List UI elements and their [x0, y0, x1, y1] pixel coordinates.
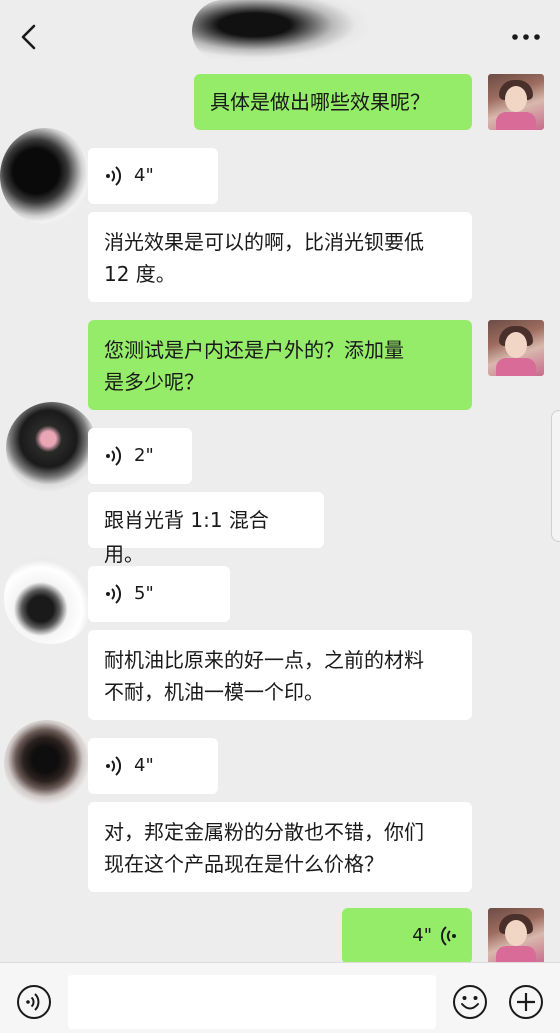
- voice-duration: 4": [134, 755, 154, 776]
- chat-input-bar: [0, 962, 560, 1033]
- voice-duration: 2": [134, 445, 154, 466]
- message-text-line: 是多少呢？: [104, 370, 204, 394]
- voice-wave-icon: [106, 446, 122, 466]
- contact-avatar[interactable]: [4, 552, 96, 644]
- message-bubble-received[interactable]: 跟肖光背 1:1 混合用。: [88, 492, 324, 566]
- scrollbar[interactable]: [551, 410, 560, 542]
- message-text-line: 现在这个产品现在是什么价格？: [104, 852, 384, 876]
- voice-mode-icon[interactable]: [16, 984, 52, 1020]
- voice-duration: 5": [134, 583, 154, 604]
- more-dots-icon[interactable]: [510, 26, 542, 48]
- contact-avatar[interactable]: [6, 402, 98, 494]
- message-text: 跟肖光背 1:1 混合用。: [104, 508, 269, 566]
- message-bubble-received[interactable]: 消光效果是可以的啊，比消光钡要低 12 度。: [88, 212, 472, 302]
- message-bubble-sent[interactable]: 具体是做出哪些效果呢？: [194, 74, 472, 130]
- voice-message-received[interactable]: 2": [88, 428, 192, 484]
- message-bubble-sent[interactable]: 您测试是户内还是户外的？添加量 是多少呢？: [88, 320, 472, 410]
- voice-message-received[interactable]: 5": [88, 566, 230, 622]
- voice-message-received[interactable]: 4": [88, 148, 218, 204]
- my-avatar[interactable]: [488, 908, 544, 964]
- message-text-line: 您测试是户内还是户外的？添加量: [104, 338, 404, 362]
- message-input[interactable]: [68, 975, 436, 1029]
- message-text-line: 消光效果是可以的啊，比消光钡要低: [104, 230, 424, 254]
- voice-duration: 4": [134, 165, 154, 186]
- message-bubble-received[interactable]: 对，邦定金属粉的分散也不错，你们 现在这个产品现在是什么价格？: [88, 802, 472, 892]
- voice-wave-icon: [106, 756, 122, 776]
- chevron-left-icon[interactable]: [14, 20, 46, 54]
- contact-avatar[interactable]: [0, 128, 90, 224]
- chat-title-avatar-blur: [192, 0, 370, 62]
- voice-duration: 4": [412, 925, 432, 946]
- my-avatar[interactable]: [488, 320, 544, 376]
- voice-message-received[interactable]: 4": [88, 738, 218, 794]
- contact-avatar[interactable]: [4, 720, 90, 806]
- message-text-line: 对，邦定金属粉的分散也不错，你们: [104, 820, 424, 844]
- my-avatar[interactable]: [488, 74, 544, 130]
- voice-wave-icon: [440, 926, 456, 946]
- voice-wave-icon: [106, 584, 122, 604]
- message-text-line: 不耐，机油一模一个印。: [104, 680, 324, 704]
- message-text-line: 耐机油比原来的好一点，之前的材料: [104, 648, 424, 672]
- voice-message-sent[interactable]: 4": [342, 908, 472, 964]
- voice-wave-icon: [106, 166, 122, 186]
- emoji-icon[interactable]: [452, 984, 488, 1020]
- message-bubble-received[interactable]: 耐机油比原来的好一点，之前的材料 不耐，机油一模一个印。: [88, 630, 472, 720]
- message-text-line: 12 度。: [104, 262, 176, 286]
- chat-header: [0, 0, 560, 72]
- plus-circle-icon[interactable]: [508, 984, 544, 1020]
- message-text: 具体是做出哪些效果呢？: [210, 90, 430, 114]
